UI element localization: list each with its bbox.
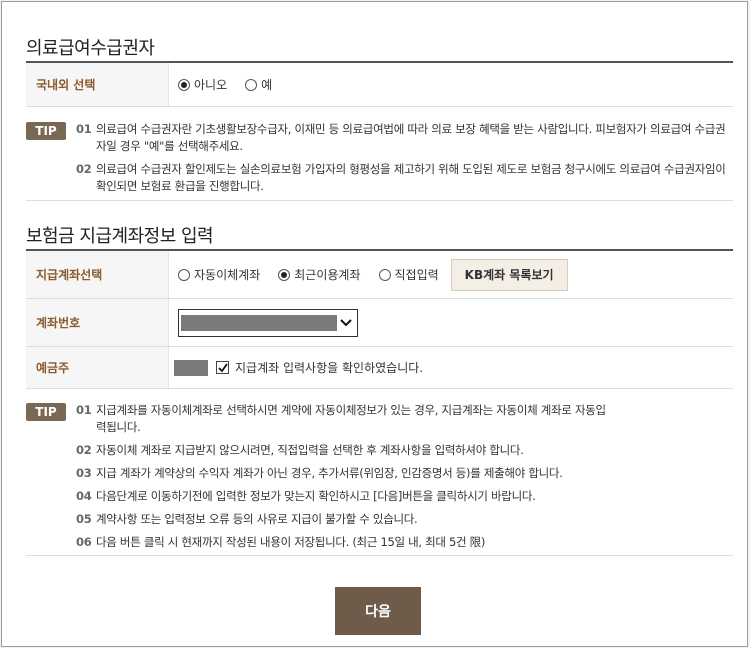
radio-label: 아니오 bbox=[194, 78, 228, 92]
row-label: 지급계좌선택 bbox=[26, 251, 169, 298]
row-account-number: 계좌번호 bbox=[26, 299, 733, 347]
radio-label: 최근이용계좌 bbox=[294, 268, 361, 282]
tip-badge: TIP bbox=[26, 403, 66, 421]
radio-no[interactable]: 아니오 bbox=[178, 76, 227, 93]
tip-list-medical-aid: 01 의료급여 수급권자란 기초생활보장수급자, 이재민 등 의료급여법에 따라… bbox=[76, 121, 726, 201]
section-title-account-info: 보험금 지급계좌정보 입력 bbox=[26, 226, 214, 247]
tip-item: 03 지급 계좌가 계약상의 수익자 계좌가 아닌 경우, 추가서류(위임장, … bbox=[76, 465, 726, 482]
radio-label: 예 bbox=[261, 78, 273, 92]
radio-unselected-icon bbox=[245, 78, 258, 91]
tip-item: 05 계약사항 또는 입력정보 오류 등의 사유로 지급이 불가할 수 있습니다… bbox=[76, 511, 726, 528]
next-button[interactable]: 다음 bbox=[335, 587, 421, 635]
section-title-medical-aid: 의료급여수급권자 bbox=[26, 38, 155, 59]
radio-unselected-icon bbox=[178, 268, 190, 281]
tip-text: 자동이체 계좌로 지급받지 않으시려면, 직접입력을 선택한 후 계좌사항을 입… bbox=[96, 443, 524, 457]
radio-selected-icon bbox=[178, 78, 190, 91]
tip-text: 지급 계좌가 계약상의 수익자 계좌가 아닌 경우, 추가서류(위임장, 인감증… bbox=[96, 466, 563, 480]
kb-account-list-button[interactable]: KB계좌 목록보기 bbox=[450, 258, 568, 291]
tip-list-account: 01 지급계좌를 자동이체계좌로 선택하시면 계약에 자동이체정보가 있는 경우… bbox=[76, 402, 726, 557]
tip-badge: TIP bbox=[26, 122, 66, 140]
section-divider bbox=[26, 555, 733, 556]
section-divider bbox=[26, 200, 733, 201]
tip-number: 02 bbox=[76, 443, 92, 457]
tip-number: 02 bbox=[76, 162, 92, 176]
radio-recent-account[interactable]: 최근이용계좌 bbox=[278, 266, 361, 283]
confirm-checkbox[interactable] bbox=[216, 361, 229, 374]
radio-selected-icon bbox=[278, 268, 291, 281]
masked-account-number bbox=[181, 314, 338, 331]
tip-text: 지급계좌를 자동이체계좌로 선택하시면 계약에 자동이체정보가 있는 경우, 지… bbox=[96, 403, 606, 434]
tip-item: 02 의료급여 수급권자 할인제도는 실손의료보험 가입자의 형평성을 제고하기… bbox=[76, 161, 726, 195]
row-label: 국내외 선택 bbox=[26, 63, 169, 106]
tip-text: 계약사항 또는 입력정보 오류 등의 사유로 지급이 불가할 수 있습니다. bbox=[96, 512, 418, 526]
tip-number: 01 bbox=[76, 403, 92, 417]
chevron-down-icon bbox=[337, 312, 355, 334]
account-holder-cell: 지급계좌 입력사항을 확인하였습니다. bbox=[174, 347, 733, 388]
row-account-holder: 예금주 지급계좌 입력사항을 확인하였습니다. bbox=[26, 347, 733, 389]
tip-number: 01 bbox=[76, 122, 92, 136]
row-account-select: 지급계좌선택 자동이체계좌 최근이용계좌 직접입력 KB계좌 목록보기 bbox=[26, 251, 733, 299]
radio-label: 직접입력 bbox=[394, 268, 439, 282]
tip-item: 01 의료급여 수급권자란 기초생활보장수급자, 이재민 등 의료급여법에 따라… bbox=[76, 121, 726, 155]
tip-number: 05 bbox=[76, 512, 92, 526]
radio-unselected-icon bbox=[378, 268, 391, 281]
radio-yes[interactable]: 예 bbox=[245, 76, 272, 93]
tip-text: 의료급여 수급권자 할인제도는 실손의료보험 가입자의 형평성을 제고하기 위해… bbox=[96, 162, 726, 193]
tip-item: 01 지급계좌를 자동이체계좌로 선택하시면 계약에 자동이체정보가 있는 경우… bbox=[76, 402, 726, 436]
row-domestic-select: 국내외 선택 아니오 예 bbox=[26, 63, 733, 107]
tip-text: 의료급여 수급권자란 기초생활보장수급자, 이재민 등 의료급여법에 따라 의료… bbox=[96, 122, 726, 153]
tip-item: 02 자동이체 계좌로 지급받지 않으시려면, 직접입력을 선택한 후 계좌사항… bbox=[76, 442, 726, 459]
row-label: 예금주 bbox=[26, 347, 169, 388]
tip-text: 다음 버튼 클릭 시 현재까지 작성된 내용이 저장됩니다. (최근 15일 내… bbox=[96, 535, 486, 549]
radio-direct-input[interactable]: 직접입력 bbox=[378, 266, 439, 283]
radio-label: 자동이체계좌 bbox=[194, 268, 261, 282]
radio-group-account: 자동이체계좌 최근이용계좌 직접입력 KB계좌 목록보기 bbox=[178, 251, 733, 298]
account-number-cell bbox=[178, 299, 733, 346]
tip-item: 06 다음 버튼 클릭 시 현재까지 작성된 내용이 저장됩니다. (최근 15… bbox=[76, 534, 726, 551]
tip-number: 06 bbox=[76, 535, 92, 549]
account-number-select[interactable] bbox=[178, 308, 358, 337]
tip-text: 다음단계로 이동하기전에 입력한 정보가 맞는지 확인하시고 [다음]버튼을 클… bbox=[96, 489, 536, 503]
confirm-label: 지급계좌 입력사항을 확인하였습니다. bbox=[235, 361, 424, 375]
tip-number: 04 bbox=[76, 489, 92, 503]
radio-auto-transfer-account[interactable]: 자동이체계좌 bbox=[178, 266, 260, 283]
radio-group-medical-aid: 아니오 예 bbox=[178, 63, 733, 106]
row-label: 계좌번호 bbox=[26, 299, 169, 346]
tip-number: 03 bbox=[76, 466, 92, 480]
tip-item: 04 다음단계로 이동하기전에 입력한 정보가 맞는지 확인하시고 [다음]버튼… bbox=[76, 488, 726, 505]
form-frame: 의료급여수급권자 국내외 선택 아니오 예 TIP 01 의료급여 수급권자란 … bbox=[1, 1, 748, 647]
masked-holder-name bbox=[174, 359, 208, 376]
